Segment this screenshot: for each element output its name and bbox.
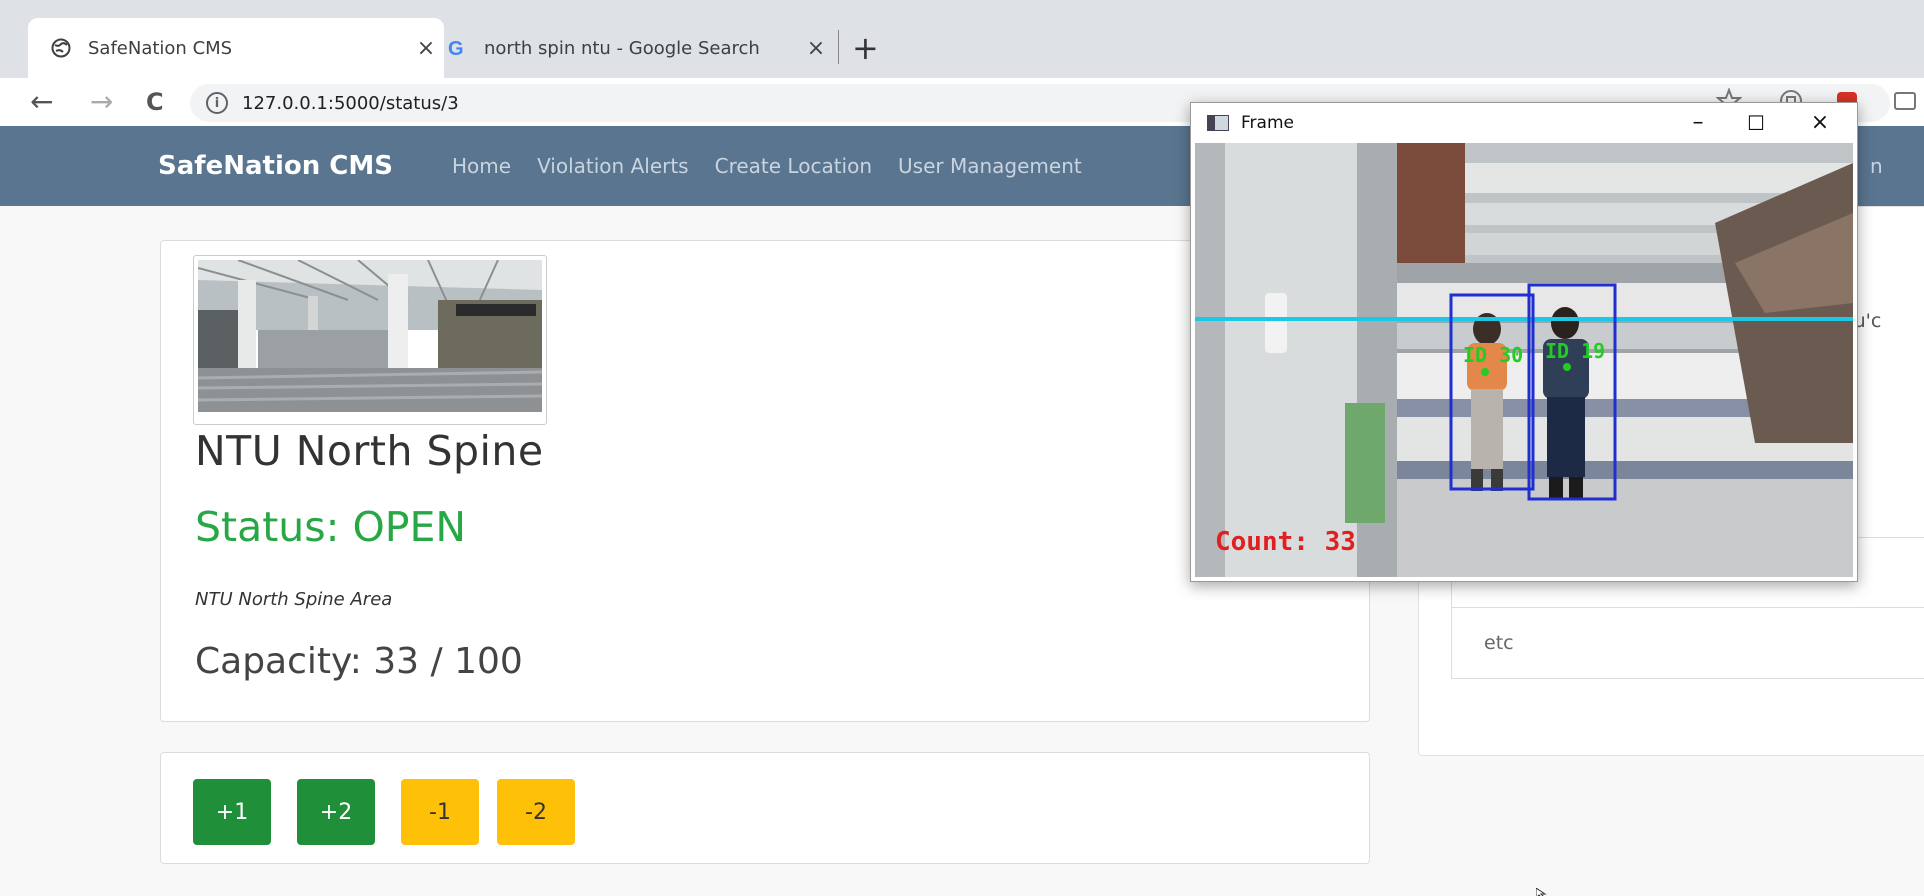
video-window-title: Frame xyxy=(1241,113,1294,133)
controls-card: +1 +2 -1 -2 xyxy=(160,752,1370,864)
google-icon: G xyxy=(446,37,468,59)
close-tab-icon[interactable]: × xyxy=(798,36,834,61)
location-description: NTU North Spine Area xyxy=(195,589,393,610)
camera-frame xyxy=(1195,143,1853,577)
nav-home[interactable]: Home xyxy=(452,154,511,178)
video-frame-window[interactable]: Frame – ☐ × ID 30 ID 19 Count: 33 xyxy=(1190,102,1858,582)
people-count-label: Count: 33 xyxy=(1215,527,1356,557)
maximize-icon[interactable]: ☐ xyxy=(1731,103,1781,143)
tracked-id-label: ID 30 xyxy=(1463,343,1524,367)
minimize-icon[interactable]: – xyxy=(1673,103,1723,143)
new-tab-button[interactable]: + xyxy=(852,24,879,72)
tab-title: north spin ntu - Google Search xyxy=(484,37,760,59)
tab-title: SafeNation CMS xyxy=(88,37,233,59)
decrement-2-button[interactable]: -2 xyxy=(497,779,575,845)
tab-google-search[interactable]: G north spin ntu - Google Search × xyxy=(424,18,834,78)
location-name: NTU North Spine xyxy=(195,427,544,475)
sidebar-item-etc[interactable]: etc xyxy=(1452,608,1924,678)
screen: SafeNation CMS × G north spin ntu - Goog… xyxy=(0,0,1924,896)
info-icon[interactable]: i xyxy=(206,92,228,114)
extension-cast-icon[interactable] xyxy=(1892,88,1918,114)
video-feed: ID 30 ID 19 Count: 33 xyxy=(1195,143,1853,577)
nav-right-partial[interactable]: n xyxy=(1870,126,1883,206)
reload-button[interactable]: C xyxy=(146,82,164,122)
window-app-icon xyxy=(1207,115,1229,131)
increment-2-button[interactable]: +2 xyxy=(297,779,375,845)
svg-text:G: G xyxy=(448,38,464,59)
nav-links: Home Violation Alerts Create Location Us… xyxy=(452,126,1108,206)
video-window-titlebar[interactable]: Frame – ☐ × xyxy=(1191,103,1857,143)
site-brand[interactable]: SafeNation CMS xyxy=(158,126,393,206)
location-photo xyxy=(198,260,542,412)
status-text: Status: OPEN xyxy=(195,503,467,551)
mouse-cursor-icon xyxy=(1536,888,1547,896)
nav-user-management[interactable]: User Management xyxy=(898,154,1082,178)
close-window-icon[interactable]: × xyxy=(1795,103,1845,143)
forward-button[interactable]: → xyxy=(90,82,113,122)
decrement-1-button[interactable]: -1 xyxy=(401,779,479,845)
tracked-id-label: ID 19 xyxy=(1545,339,1606,363)
location-card: NTU North Spine Status: OPEN NTU North S… xyxy=(160,240,1370,722)
nav-create-location[interactable]: Create Location xyxy=(715,154,872,178)
increment-1-button[interactable]: +1 xyxy=(193,779,271,845)
url-text: 127.0.0.1:5000/status/3 xyxy=(242,92,459,114)
tab-separator xyxy=(838,30,839,64)
browser-tab-strip: SafeNation CMS × G north spin ntu - Goog… xyxy=(0,0,1924,79)
globe-icon xyxy=(50,37,72,59)
nav-violation-alerts[interactable]: Violation Alerts xyxy=(537,154,689,178)
back-button[interactable]: ← xyxy=(30,82,53,122)
location-thumbnail xyxy=(193,255,547,425)
tab-safenation[interactable]: SafeNation CMS × xyxy=(28,18,444,78)
capacity-text: Capacity: 33 / 100 xyxy=(195,641,523,682)
